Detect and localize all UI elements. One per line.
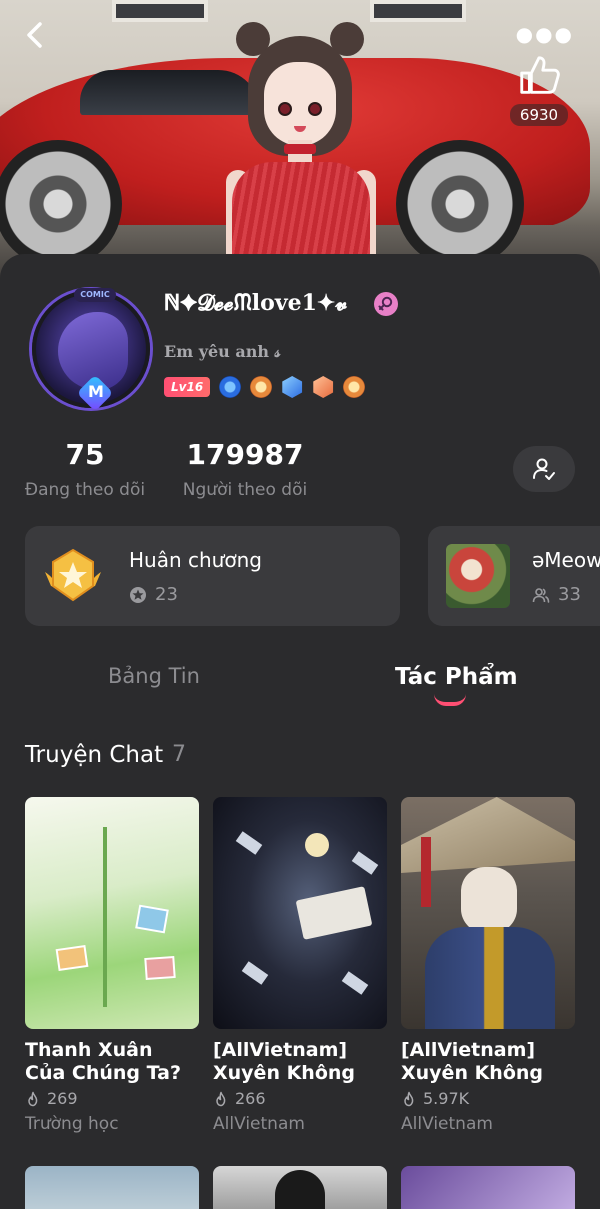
members-icon xyxy=(532,587,550,603)
story-card[interactable]: [AllVietnam] Xuyên Không Vào Truyện 5.97… xyxy=(401,797,575,1134)
tab-works[interactable]: Tác Phẩm xyxy=(395,664,518,690)
character-choker xyxy=(284,144,316,154)
cover-photo xyxy=(144,955,176,981)
profile-tabs: Bảng Tin Tác Phẩm xyxy=(0,664,600,724)
following-count: 75 xyxy=(65,438,105,471)
flame-icon xyxy=(28,1091,38,1106)
cover-book xyxy=(295,886,373,940)
follow-button[interactable] xyxy=(513,446,575,492)
profile-sheet: COMIC M ℕ✦𝓓𝓮𝓮ᙏlove1✦𝓿 Em yêu anh 𝓈 Lv16 … xyxy=(0,254,600,1209)
gold-medal-icon xyxy=(343,376,366,398)
cover-shard xyxy=(241,961,269,985)
like-count: 6930 xyxy=(509,104,569,126)
blue-hex-badge-icon xyxy=(282,376,303,398)
group-card[interactable]: əMeow 33 xyxy=(428,526,600,626)
story-views: 5.97K xyxy=(423,1089,470,1108)
character-face xyxy=(264,62,336,146)
story-cover xyxy=(213,797,387,1029)
section-title: Truyện Chat xyxy=(25,742,164,768)
cover-face xyxy=(461,867,517,933)
flame-icon xyxy=(404,1091,414,1106)
group-thumbnail xyxy=(446,544,510,608)
story-title: Thanh Xuân Của Chúng Ta? xyxy=(25,1039,181,1084)
gold-medal-icon xyxy=(250,376,273,398)
female-gender-icon xyxy=(374,292,398,316)
blue-medal-icon xyxy=(219,376,242,398)
section-count: 7 xyxy=(172,742,186,767)
character-mouth xyxy=(294,126,306,132)
character-eye xyxy=(308,102,322,116)
cover-shard xyxy=(351,851,379,875)
chevron-left-icon xyxy=(27,22,42,48)
story-card[interactable]: Thanh Xuân Của Chúng Ta? 269 Trường học xyxy=(25,797,199,1134)
story-views: 266 xyxy=(235,1089,266,1108)
orange-hex-badge-icon xyxy=(313,376,334,398)
group-members-row: 33 xyxy=(532,584,581,605)
cover-moon xyxy=(305,833,329,857)
character-avatar xyxy=(226,22,376,290)
story-views: 269 xyxy=(47,1089,78,1108)
badge-row: Lv16 xyxy=(164,376,366,398)
thumbs-up-icon xyxy=(508,52,570,102)
following-stat[interactable]: 75 Đang theo dõi xyxy=(24,436,146,500)
story-cover-next[interactable] xyxy=(213,1166,387,1209)
car-wheel xyxy=(396,140,524,268)
cover-photo xyxy=(55,945,89,971)
followers-label: Người theo dõi xyxy=(182,480,308,500)
car-wheel xyxy=(0,140,122,268)
story-views-row: 266 xyxy=(213,1089,387,1108)
medals-count-row: 23 xyxy=(129,584,178,605)
profile-name: ℕ✦𝓓𝓮𝓮ᙏlove1✦𝓿 xyxy=(164,290,348,316)
more-dots-icon: ●●● xyxy=(515,22,574,46)
character-eye xyxy=(278,102,292,116)
profile-bio: Em yêu anh 𝓈 xyxy=(164,342,281,361)
story-cover-next[interactable] xyxy=(25,1166,199,1209)
avatar-frame-label: COMIC xyxy=(74,288,116,302)
cover-silhouette xyxy=(275,1170,325,1209)
profile-avatar[interactable]: COMIC M xyxy=(32,288,150,412)
story-views-row: 269 xyxy=(25,1089,199,1108)
group-member-count: 33 xyxy=(558,584,581,605)
story-tag[interactable]: Trường học xyxy=(25,1114,199,1134)
story-tag[interactable]: AllVietnam xyxy=(213,1114,387,1134)
story-cover xyxy=(401,797,575,1029)
following-label: Đang theo dõi xyxy=(24,480,146,500)
level-badge: Lv16 xyxy=(164,377,211,397)
profile-banner: ●●● 6930 xyxy=(0,0,600,290)
cover-tree xyxy=(85,827,125,1007)
cover-shard xyxy=(341,971,369,995)
followers-count: 179987 xyxy=(186,438,304,471)
group-title: əMeow xyxy=(532,548,600,572)
flame-icon xyxy=(216,1091,226,1106)
star-circle-icon xyxy=(130,586,146,603)
medals-card[interactable]: Huân chương 23 xyxy=(25,526,400,626)
story-tag[interactable]: AllVietnam xyxy=(401,1114,575,1134)
story-title: [AllVietnam] Xuyên Không Vào Truyện xyxy=(401,1039,544,1084)
medal-emblem-icon xyxy=(45,548,101,602)
tab-feed[interactable]: Bảng Tin xyxy=(108,664,200,688)
cover-tassel xyxy=(421,837,431,907)
cover-shard xyxy=(235,831,263,855)
like-button[interactable]: 6930 xyxy=(508,52,570,126)
followers-stat[interactable]: 179987 Người theo dõi xyxy=(180,436,310,500)
avatar-badge-letter: M xyxy=(88,382,104,401)
building-window xyxy=(370,0,466,22)
user-check-icon xyxy=(533,458,555,480)
medals-count: 23 xyxy=(155,584,178,605)
cover-photo xyxy=(135,904,169,934)
cover-robe xyxy=(425,927,555,1029)
building-window xyxy=(112,0,208,22)
more-options-button[interactable]: ●●● xyxy=(516,24,574,44)
back-button[interactable] xyxy=(20,18,52,52)
story-cover-next[interactable] xyxy=(401,1166,575,1209)
story-cover xyxy=(25,797,199,1029)
story-title: [AllVietnam] Xuyên Không Vào Một B... xyxy=(213,1039,356,1084)
story-card[interactable]: [AllVietnam] Xuyên Không Vào Một B... 26… xyxy=(213,797,387,1134)
medals-title: Huân chương xyxy=(129,548,262,572)
story-views-row: 5.97K xyxy=(401,1089,575,1108)
